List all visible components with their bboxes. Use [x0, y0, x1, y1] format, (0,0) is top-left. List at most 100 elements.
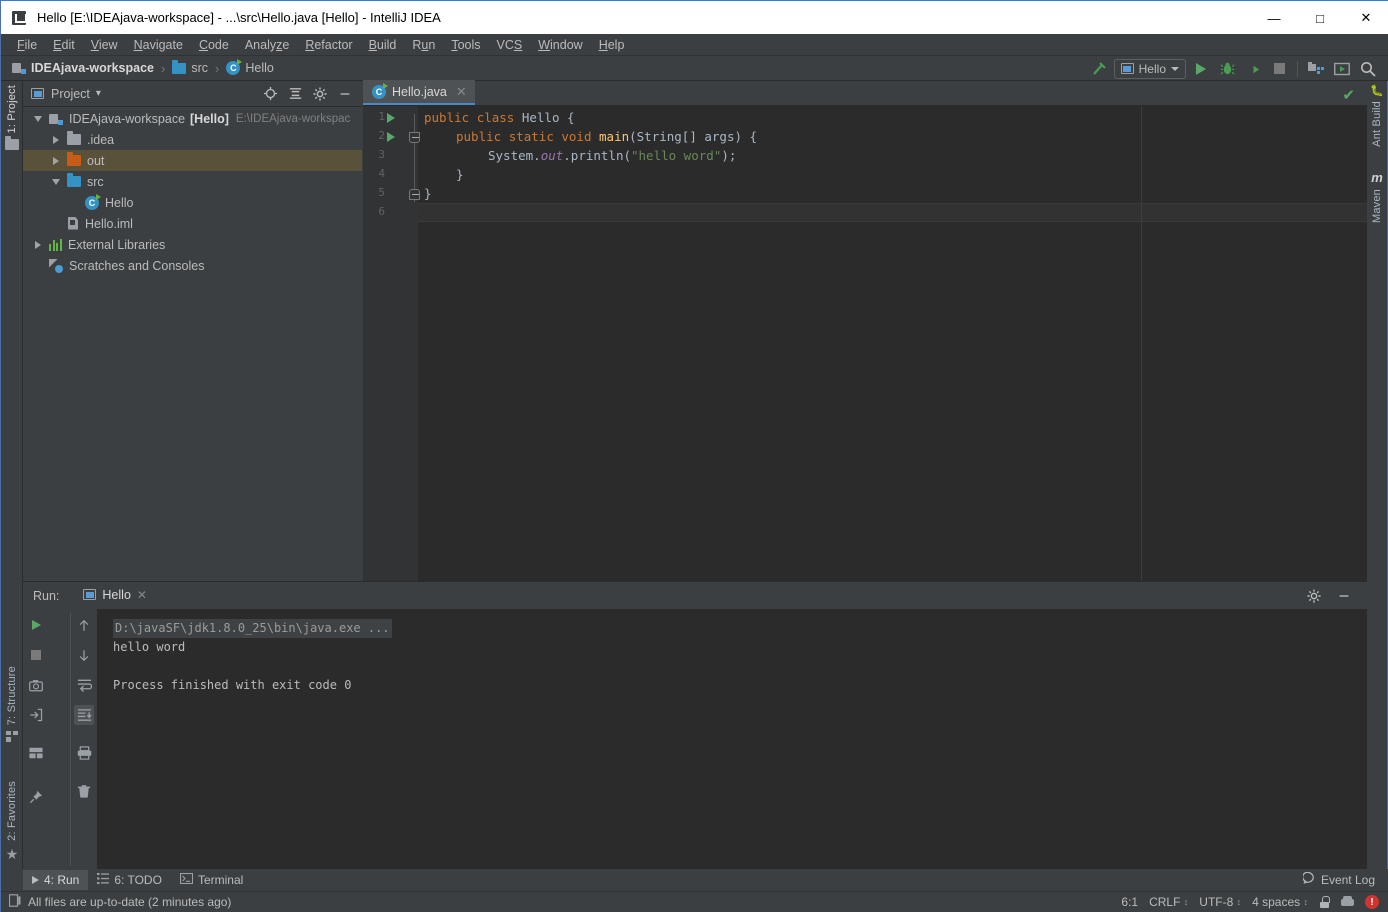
hide-panel-button[interactable]	[334, 83, 356, 105]
close-button[interactable]: ✕	[1343, 1, 1388, 35]
tree-node[interactable]: C Hello	[23, 192, 362, 213]
hide-panel-button[interactable]	[1333, 585, 1355, 607]
maximize-button[interactable]: □	[1297, 1, 1343, 35]
inspection-status-icon[interactable]: ✔	[1342, 88, 1355, 103]
breadcrumb-class[interactable]: C Hello	[223, 59, 277, 76]
tree-node[interactable]: External Libraries	[23, 234, 362, 255]
menu-view[interactable]: View	[83, 36, 126, 54]
bottom-item-terminal[interactable]: Terminal	[171, 870, 252, 890]
tree-toggle[interactable]	[31, 115, 45, 122]
star-icon: ★	[5, 845, 19, 862]
menu-refactor[interactable]: Refactor	[297, 36, 360, 54]
menu-code[interactable]: Code	[191, 36, 237, 54]
sidebar-item-ant-build[interactable]: 🐛 Ant Build	[1366, 86, 1388, 147]
update-project-button[interactable]	[1331, 58, 1353, 80]
tree-node[interactable]: Hello.iml	[23, 213, 362, 234]
editor-gutter[interactable]: 1 2 3 4 5 6	[363, 106, 420, 581]
gutter-run-icon[interactable]	[387, 113, 395, 123]
stop-button[interactable]	[1268, 58, 1290, 80]
caret-position[interactable]: 6:1	[1121, 895, 1138, 909]
project-structure-button[interactable]	[1305, 58, 1327, 80]
menu-build[interactable]: Build	[361, 36, 405, 54]
search-everywhere-button[interactable]	[1357, 58, 1379, 80]
menu-window[interactable]: Window	[530, 36, 590, 54]
tree-toggle[interactable]	[49, 178, 63, 185]
print-button[interactable]	[74, 743, 94, 763]
run-with-coverage-button[interactable]	[1242, 58, 1264, 80]
collapse-all-button[interactable]	[284, 83, 306, 105]
menu-file[interactable]: File	[9, 36, 45, 54]
code-line[interactable]: System.out.println("hello word");	[418, 146, 736, 165]
line-separator-selector[interactable]: CRLF ↕	[1149, 895, 1188, 909]
down-stack-button[interactable]	[74, 645, 94, 665]
tree-node[interactable]: src	[23, 171, 362, 192]
menu-vcs[interactable]: VCS	[489, 36, 531, 54]
sidebar-item-maven[interactable]: m Maven	[1366, 171, 1388, 223]
stop-button[interactable]	[26, 645, 46, 665]
menu-analyze[interactable]: Analyze	[237, 36, 297, 54]
tree-toggle[interactable]	[49, 156, 63, 165]
rerun-button[interactable]	[26, 615, 46, 635]
breadcrumb-src[interactable]: src	[169, 59, 211, 76]
gear-icon[interactable]	[1303, 585, 1325, 607]
menu-navigate[interactable]: Navigate	[126, 36, 191, 54]
menu-edit[interactable]: Edit	[45, 36, 83, 54]
code-line[interactable]: }	[418, 165, 464, 184]
bottom-item-run-label: 4: Run	[44, 873, 80, 887]
chevron-down-icon[interactable]: ▾	[96, 88, 101, 99]
menu-run[interactable]: Run	[404, 36, 443, 54]
code-line[interactable]	[418, 203, 424, 222]
layout-button[interactable]	[26, 743, 46, 763]
tab-hello-java[interactable]: C Hello.java ✕	[363, 80, 475, 105]
sidebar-item-project[interactable]: 1: Project	[1, 85, 23, 151]
breadcrumb-module[interactable]: IDEAjava-workspace	[9, 60, 157, 76]
hector-icon[interactable]	[1341, 896, 1354, 908]
locate-button[interactable]	[259, 83, 281, 105]
run-button[interactable]	[1190, 58, 1212, 80]
tree-node[interactable]: Scratches and Consoles	[23, 255, 362, 276]
gear-icon[interactable]	[309, 83, 331, 105]
tree-node[interactable]: .idea	[23, 129, 362, 150]
screenshot-button[interactable]	[26, 675, 46, 695]
status-bar: All files are up-to-date (2 minutes ago)…	[1, 891, 1388, 912]
scroll-to-end-button[interactable]	[74, 705, 94, 725]
build-button[interactable]	[1088, 58, 1110, 80]
pin-tab-button[interactable]	[26, 787, 46, 807]
tree-toggle[interactable]	[49, 135, 63, 144]
tree-node[interactable]: out	[23, 150, 362, 171]
soft-wrap-button[interactable]	[74, 675, 94, 695]
indent-selector[interactable]: 4 spaces ↕	[1252, 895, 1308, 909]
run-tab-hello[interactable]: Hello ✕	[75, 582, 155, 609]
minimize-button[interactable]: —	[1251, 1, 1297, 35]
code-content[interactable]: public class Hello {public static void m…	[418, 106, 1367, 581]
close-icon[interactable]: ✕	[137, 588, 147, 602]
export-button[interactable]	[26, 705, 46, 725]
code-line[interactable]: public class Hello {	[418, 108, 575, 127]
bottom-item-todo[interactable]: 6: TODO	[88, 870, 171, 890]
unlocked-icon[interactable]	[1319, 896, 1330, 908]
code-editor[interactable]: 123456 public class Hello {public static…	[363, 106, 1367, 581]
project-tree[interactable]: IDEAjava-workspace [Hello] E:\IDEAjava-wor…	[23, 108, 362, 554]
up-stack-button[interactable]	[74, 615, 94, 635]
encoding-selector[interactable]: UTF-8 ↕	[1199, 895, 1241, 909]
console-output[interactable]: D:\javaSF\jdk1.8.0_25\bin\java.exe ... he…	[97, 609, 1367, 870]
gutter-run-icon[interactable]	[387, 132, 395, 142]
run-configuration-selector[interactable]: Hello	[1113, 58, 1186, 79]
sidebar-item-structure[interactable]: 7: Structure	[1, 666, 23, 746]
event-log-button[interactable]: Event Log	[1302, 871, 1375, 887]
tree-node[interactable]: IDEAjava-workspace [Hello] E:\IDEAjava-wor…	[23, 108, 362, 129]
bottom-item-run[interactable]: 4: Run	[23, 870, 89, 890]
scratches-icon	[49, 259, 63, 273]
error-badge[interactable]: !	[1365, 895, 1379, 909]
menu-help[interactable]: Help	[591, 36, 633, 54]
java-class-icon: C	[226, 59, 243, 75]
clear-all-button[interactable]	[74, 781, 94, 801]
tree-toggle[interactable]	[31, 240, 45, 249]
code-token: void	[561, 129, 600, 144]
sidebar-item-favorites[interactable]: 2: Favorites ★	[1, 781, 23, 861]
debug-button[interactable]	[1216, 58, 1238, 80]
code-line[interactable]: public static void main(String[] args) {	[418, 127, 757, 146]
menu-tools[interactable]: Tools	[443, 36, 488, 54]
code-line[interactable]: }	[418, 184, 432, 203]
close-icon[interactable]: ✕	[456, 84, 467, 100]
